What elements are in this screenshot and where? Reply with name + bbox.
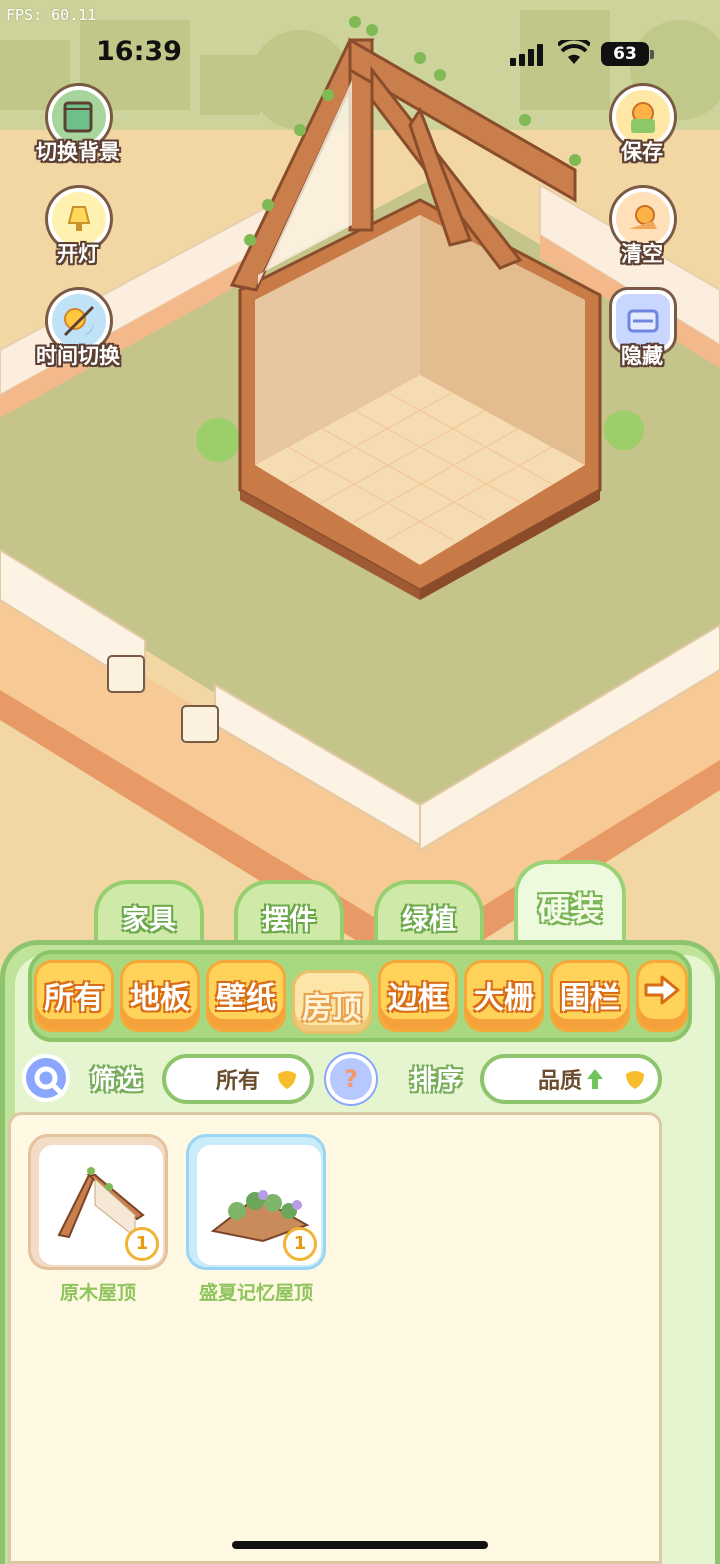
category-fence-label: 围栏	[560, 981, 620, 1016]
hide-label: 隐藏	[621, 344, 663, 368]
cellular-signal-icon	[510, 44, 543, 66]
category-roof[interactable]: 房顶	[292, 970, 372, 1034]
category-fence[interactable]: 围栏	[550, 960, 630, 1032]
light-toggle-button[interactable]: 开灯	[28, 188, 128, 284]
chevron-down-icon	[626, 1071, 644, 1089]
tab-hard-decor[interactable]: 硬装	[514, 860, 626, 950]
category-all-label: 所有	[44, 981, 104, 1016]
hide-button[interactable]: 隐藏	[592, 290, 692, 386]
sort-label: 排序	[410, 1066, 463, 1096]
fps-counter: FPS: 60.11	[6, 6, 97, 24]
help-icon: ?	[344, 1065, 358, 1093]
category-roof-label: 房顶	[302, 991, 362, 1026]
category-border-label: 边框	[388, 981, 448, 1016]
category-next-button[interactable]	[636, 960, 688, 1032]
filter-row: 筛选 所有 ? 排序 品质	[0, 1048, 720, 1112]
filter-dropdown-value: 所有	[215, 1069, 260, 1094]
search-icon[interactable]	[20, 1052, 74, 1106]
tab-ornaments-label: 摆件	[262, 904, 316, 936]
status-bar: 16:39 63	[0, 30, 720, 80]
wifi-icon	[558, 40, 590, 64]
category-greenhouse[interactable]: 大栅	[464, 960, 544, 1032]
status-time: 16:39	[96, 36, 182, 67]
light-toggle-label: 开灯	[57, 242, 99, 266]
category-all[interactable]: 所有	[34, 960, 114, 1032]
save-button[interactable]: 保存	[592, 86, 692, 182]
time-switch-button[interactable]: 时间切换	[28, 290, 128, 386]
time-switch-label: 时间切换	[36, 344, 120, 368]
clear-button[interactable]: 清空	[592, 188, 692, 284]
item-log-roof[interactable]: 1	[28, 1134, 168, 1270]
home-indicator[interactable]	[232, 1541, 488, 1549]
switch-background-button[interactable]: 切换背景	[28, 86, 128, 182]
tab-furniture-label: 家具	[122, 904, 176, 936]
category-wallpaper-label: 壁纸	[216, 981, 276, 1016]
category-floor-label: 地板	[130, 981, 190, 1016]
save-label: 保存	[621, 140, 663, 164]
chevron-down-icon	[278, 1071, 296, 1089]
category-border[interactable]: 边框	[378, 960, 458, 1032]
battery-indicator: 63	[601, 42, 649, 66]
clear-label: 清空	[621, 242, 663, 266]
sort-dropdown[interactable]: 品质	[480, 1054, 662, 1104]
help-button[interactable]: ?	[326, 1054, 376, 1104]
filter-dropdown[interactable]: 所有	[162, 1054, 314, 1104]
tab-hard-decor-label: 硬装	[537, 890, 602, 928]
item-count-badge: 1	[283, 1227, 317, 1261]
battery-cap	[650, 50, 654, 59]
arrow-right-icon	[644, 975, 680, 1005]
switch-background-label: 切换背景	[36, 140, 120, 164]
category-wallpaper[interactable]: 壁纸	[206, 960, 286, 1032]
item-summer-memory-roof[interactable]: 1	[186, 1134, 326, 1270]
category-floor[interactable]: 地板	[120, 960, 200, 1032]
arrow-up-icon	[587, 1069, 603, 1089]
filter-label: 筛选	[90, 1066, 143, 1096]
item-name: 原木屋顶	[59, 1282, 136, 1304]
item-count-badge: 1	[125, 1227, 159, 1261]
tab-plants-label: 绿植	[402, 904, 456, 936]
item-name: 盛夏记忆屋顶	[198, 1282, 313, 1304]
sort-dropdown-value: 品质	[537, 1069, 582, 1094]
category-greenhouse-label: 大栅	[474, 981, 534, 1016]
